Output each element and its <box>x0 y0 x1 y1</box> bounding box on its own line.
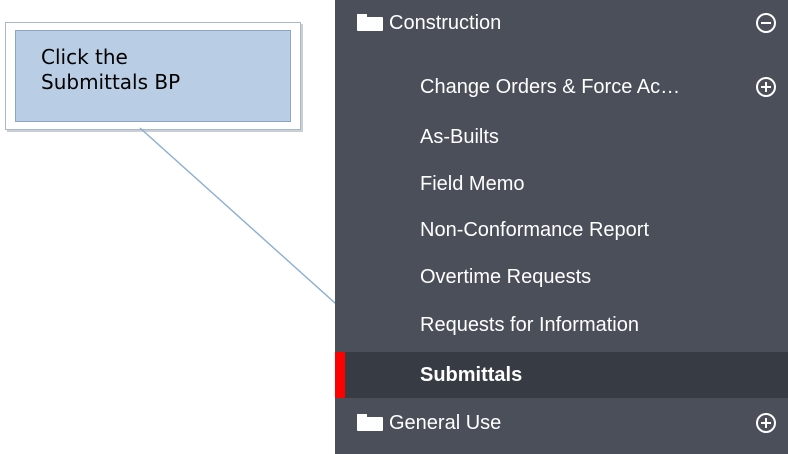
sidebar-item-label: Field Memo <box>420 172 525 195</box>
expand-icon[interactable] <box>756 413 776 433</box>
active-indicator <box>335 352 345 398</box>
collapse-icon[interactable] <box>756 13 776 33</box>
folder-icon <box>357 14 383 31</box>
folder-construction[interactable]: Construction <box>335 0 788 46</box>
sidebar-item-label: Overtime Requests <box>420 265 592 288</box>
sidebar-item-change-orders[interactable]: Change Orders & Force Ac… <box>335 64 788 110</box>
sidebar-item-requests-for-information[interactable]: Requests for Information <box>335 302 788 348</box>
sidebar-item-label: Change Orders & Force Ac… <box>420 75 681 98</box>
sidebar-item-label: Non-Conformance Report <box>420 218 649 241</box>
folder-icon <box>357 414 383 431</box>
sidebar-item-submittals[interactable]: Submittals <box>335 352 788 398</box>
sidebar-item-label: As-Builts <box>420 125 499 148</box>
sidebar-item-overtime-requests[interactable]: Overtime Requests <box>335 254 788 300</box>
sidebar-item-non-conformance-report[interactable]: Non-Conformance Report <box>335 207 788 253</box>
expand-icon[interactable] <box>756 77 776 97</box>
sidebar-item-label: Submittals <box>420 363 523 386</box>
folder-general-use[interactable]: General Use <box>335 400 788 446</box>
sidebar-nav: Construction Change Orders & Force Ac… A… <box>335 0 788 454</box>
sidebar-item-field-memo[interactable]: Field Memo <box>335 161 788 207</box>
folder-label: General Use <box>389 411 502 434</box>
sidebar-item-label: Requests for Information <box>420 313 639 336</box>
folder-label: Construction <box>389 11 502 34</box>
sidebar-item-as-builts[interactable]: As-Builts <box>335 114 788 160</box>
